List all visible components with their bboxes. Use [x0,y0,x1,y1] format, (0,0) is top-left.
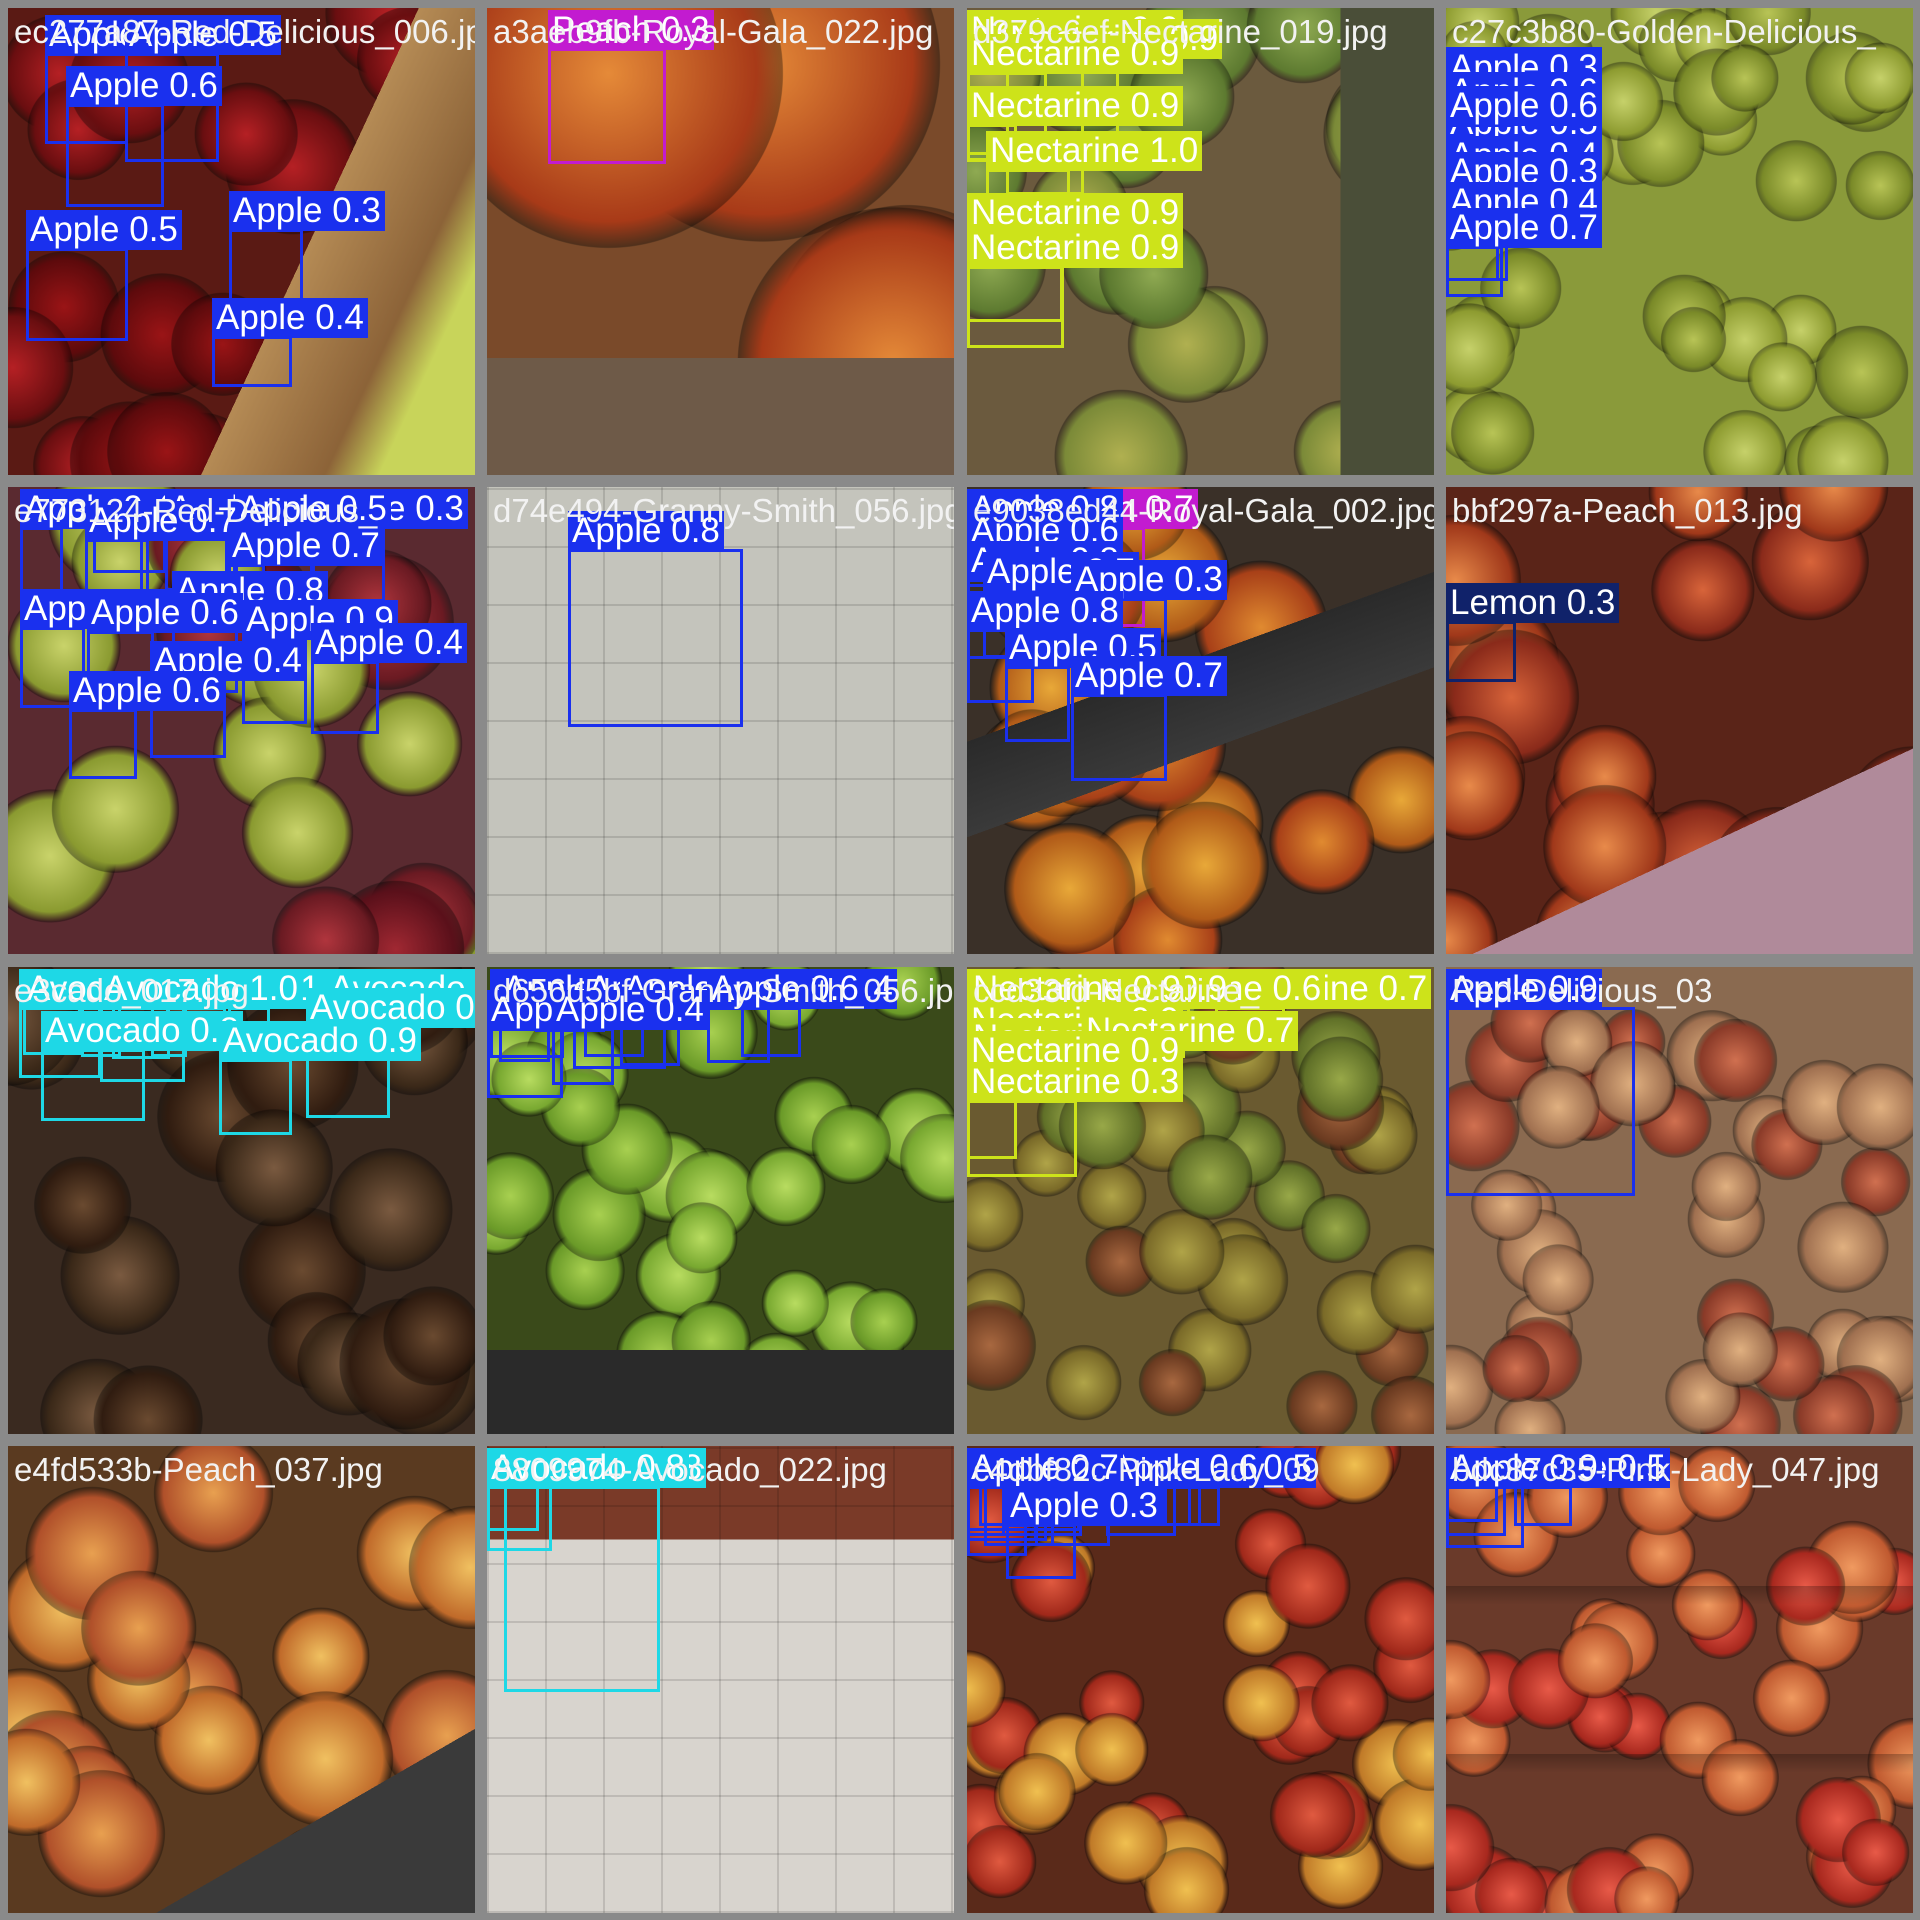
fruit-photo [1446,487,1913,954]
image-tile: c4dbf82c-Pink-Lady_09Apple 0.6Apple 0.7A… [967,1446,1434,1913]
detection-label: Apple 0.4 [212,298,368,338]
detection-box: Apple 0.9 [1446,969,1635,1196]
filename-caption: d656d5bf-Granny-Smith_056.jpg [493,972,954,1009]
image-tile: e773124-Red-Delicious_Apple 0.5Apple 0.3… [8,487,475,954]
detection-box: Apple 0.3 [1006,1486,1162,1579]
filename-caption: d379c6ef-Nectarine_019.jpg [973,13,1388,50]
filename-caption: d74e494-Granny-Smith_056.jpg [493,492,954,529]
image-tile: d74e494-Granny-Smith_056.jpg Apple 0.8 [487,487,954,954]
image-tile: e4fd533b-Peach_037.jpg [8,1446,475,1913]
detection-box: Apple 0.7 [1071,656,1227,781]
image-tile: ec277a87-Red-Delicious_006.jpg Apple 0.5 A… [8,8,475,475]
detection-label: Nectarine 0.9 [967,228,1184,268]
detection-box: Apple 0.7 [1446,208,1602,297]
detection-label: Apple 0.3 [1006,1486,1162,1526]
image-tile: d379c6ef-Nectarine_019.jpgNectarine 0.9N… [967,8,1434,475]
filename-caption: e773124-Red-Delicious_ [14,492,378,529]
filename-caption: bbf297a-Peach_013.jpg [1452,492,1803,529]
detection-label: Apple 0.5 [26,210,182,250]
detection-box: Apple 0.5 [1005,628,1161,742]
detection-box: Apple 0.4 [311,623,467,734]
detection-label: Avocado 0.9 [219,1021,421,1061]
detection-label: Lemon 0.3 [1446,583,1620,623]
detection-box: Avocado 0.8 [41,1011,243,1121]
detection-label: Nectarine 1.0 [986,131,1203,171]
filename-caption: a3aeb9fb-Royal-Gala_022.jpg [493,13,934,50]
detection-label: Apple 0.7 [228,526,384,566]
filename-caption: ccd33fd-Nectarine_ [973,972,1260,1009]
image-tile: bdc87c35-Pink-Lady_047.jpgApple 0.4Apple… [1446,1446,1913,1913]
filename-caption: 8809974-Avocado_022.jpg [493,1451,887,1488]
detection-box: Nectarine 0.9 [967,228,1184,348]
detection-box: Lemon 0.3 [1446,583,1620,682]
detection-label: Apple 0.6 [87,593,243,633]
filename-caption: bdc87c35-Pink-Lady_047.jpg [1452,1451,1880,1488]
filename-caption: ec277a87-Red-Delicious_006.jpg [14,13,475,50]
filename-caption: e4fd533b-Peach_037.jpg [14,1451,383,1488]
detection-label: Nectarine 0.3 [967,1062,1184,1102]
filename-caption: e9038ed44-Royal-Gala_002.jpg [973,492,1434,529]
detection-label: Apple 0.6 [66,66,222,106]
filename-caption: c27c3b80-Golden-Delicious_ [1452,13,1876,50]
filename-caption: c4dbf82c-Pink-Lady_09 [973,1451,1320,1488]
detection-box: Apple 0.6 [69,671,225,779]
image-tile: e9038ed44-Royal-Gala_002.jpgPeach 0.7App… [967,487,1434,954]
image-tile: bbf297a-Peach_013.jpg Lemon 0.3 [1446,487,1913,954]
fruit-photo [8,1446,475,1913]
detection-label: Avocado 0.8 [41,1011,243,1051]
detection-label: Apple 0.6 [69,671,225,711]
image-tile: Red-Delicious_03 Apple 0.9 [1446,967,1913,1434]
image-tile: 8809974-Avocado_022.jpgAvocado 0.8Avocad… [487,1446,954,1913]
detection-box: Avocado 0.9 [219,1021,421,1135]
image-tile: e3cado_017.jpgAvocado 0.9Avocado 0.4Avoc… [8,967,475,1434]
detection-box: Apple 0.6 [66,66,222,207]
detection-box: Apple 0.6 [707,969,863,1063]
detection-label: Apple 0.3 [229,191,385,231]
detection-label: Apple 0.7 [1446,208,1602,248]
mosaic-grid: ec277a87-Red-Delicious_006.jpg Apple 0.5 A… [0,0,1920,1920]
image-tile: d656d5bf-Granny-Smith_056.jpgApple 0.3Ap… [487,967,954,1434]
detection-label: Nectarine 0.9 [967,86,1184,126]
detection-box: Apple 0.5 [26,210,182,341]
detection-label: Apple 0.8 [967,591,1123,631]
image-tile: ccd33fd-Nectarine_Nectarine 0.4Nectarine… [967,967,1434,1434]
detection-box: Nectarine 0.3 [967,1062,1184,1177]
detection-box: Avocado 0.8 [487,1448,689,1551]
detection-label: Apple 0.7 [1071,656,1227,696]
detection-box: Apple 0.4 [552,990,708,1085]
detection-box: Apple 0.4 [212,298,368,387]
image-tile: c27c3b80-Golden-Delicious_ Apple 0.3 Apple… [1446,8,1913,475]
image-tile: a3aeb9fb-Royal-Gala_022.jpg Peach 0.3 [487,8,954,475]
detection-label: Nectarine 0.9 [967,193,1184,233]
detection-box: Apple 0.8 [568,511,743,727]
detection-box: Peach 0.3 [548,10,714,164]
detection-label: Apple 0.6 [1446,86,1602,126]
filename-caption: e3cado_017.jpg [14,972,249,1009]
filename-caption: Red-Delicious_03 [1452,972,1713,1009]
detection-label: Apple 0.4 [311,623,467,663]
detection-box: Apple 0.9 [1446,1448,1602,1548]
